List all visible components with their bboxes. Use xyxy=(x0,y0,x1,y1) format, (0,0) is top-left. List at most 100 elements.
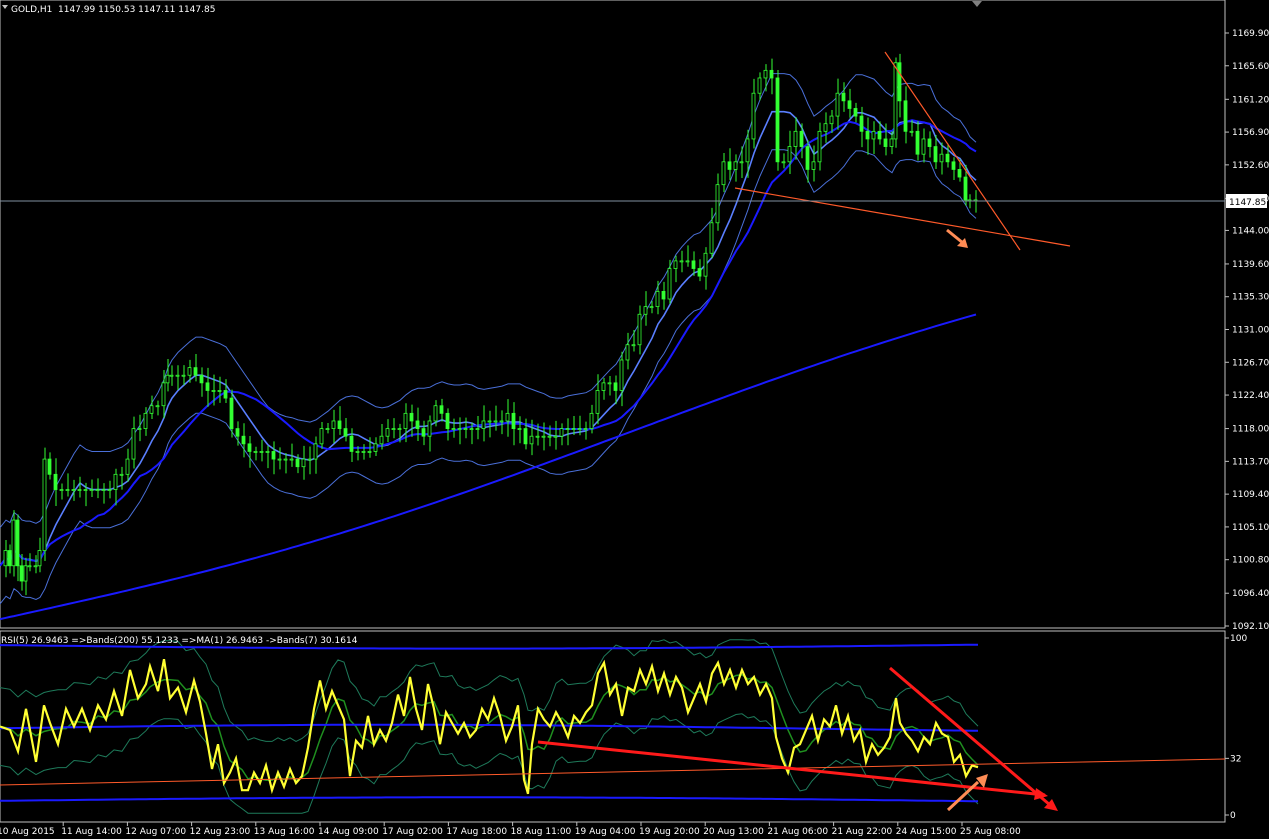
candle-body xyxy=(247,443,252,452)
candle-body xyxy=(415,420,420,429)
candle-body xyxy=(643,306,648,315)
price-tick-label: 1156.90 xyxy=(1232,128,1269,138)
candle-body xyxy=(59,489,64,491)
candle-body xyxy=(301,458,306,468)
candle-body xyxy=(181,374,186,377)
candle-body xyxy=(325,428,330,430)
candle-body xyxy=(337,420,342,429)
candle-body xyxy=(889,138,894,147)
candle-body xyxy=(915,130,920,155)
candle-body xyxy=(37,550,42,567)
candle-body xyxy=(909,130,914,133)
candle-body xyxy=(897,62,902,102)
candle-body xyxy=(433,405,438,422)
candle-body xyxy=(403,412,408,429)
candle-body xyxy=(19,565,24,582)
rsi-tick-label: 100 xyxy=(1230,634,1247,644)
candle-body xyxy=(893,62,898,140)
price-tick-label: 1092.10 xyxy=(1232,622,1269,632)
time-tick-label: 12 Aug 07:00 xyxy=(125,827,186,837)
candle-body xyxy=(781,161,786,164)
candle-body xyxy=(927,138,932,147)
candle-body xyxy=(835,92,840,117)
candle-body xyxy=(589,412,594,429)
candle-body xyxy=(939,153,944,163)
candle-body xyxy=(601,382,606,391)
time-tick-label: 24 Aug 15:00 xyxy=(896,827,957,837)
ohlc-values: 1147.99 1150.53 1147.11 1147.85 xyxy=(58,5,215,15)
rsi-tick-label: 0 xyxy=(1230,811,1236,821)
price-tick-label: 1122.40 xyxy=(1232,391,1269,401)
candle-body xyxy=(205,382,210,391)
candle-body xyxy=(933,146,938,163)
candle-body xyxy=(571,428,576,430)
candle-body xyxy=(511,412,516,429)
candle-body xyxy=(541,435,546,438)
candle-body xyxy=(107,489,112,491)
candle-body xyxy=(547,435,552,438)
candle-body xyxy=(951,161,956,170)
price-tick-label: 1113.70 xyxy=(1232,457,1269,467)
time-tick-label: 21 Aug 06:00 xyxy=(767,827,828,837)
candle-body xyxy=(319,428,324,445)
candle-body xyxy=(535,435,540,438)
candle-body xyxy=(865,130,870,140)
time-tick-label: 19 Aug 04:00 xyxy=(575,827,636,837)
candle-body xyxy=(607,382,612,385)
candle-body xyxy=(3,550,8,567)
candle-body xyxy=(295,458,300,468)
candle-body xyxy=(349,435,354,452)
candle-body xyxy=(229,397,234,429)
candle-body xyxy=(487,420,492,423)
candle-body xyxy=(343,428,348,437)
candle-body xyxy=(553,435,558,438)
price-tick-label: 1139.60 xyxy=(1232,260,1269,270)
candle-body xyxy=(871,130,876,140)
candle-body xyxy=(7,550,12,567)
candle-body xyxy=(223,390,228,399)
last-price-label: 1147.85 xyxy=(1229,198,1266,208)
candle-body xyxy=(379,435,384,445)
candle-body xyxy=(409,412,414,422)
candle-body xyxy=(463,428,468,430)
candle-body xyxy=(921,138,926,155)
rsi-tick-label: 32 xyxy=(1230,754,1241,764)
candle-body xyxy=(721,161,726,186)
candle-body xyxy=(963,176,968,201)
time-tick-label: 21 Aug 22:00 xyxy=(832,827,893,837)
candle-body xyxy=(199,374,204,384)
candle-body xyxy=(655,290,660,308)
time-tick-label: 11 Aug 14:00 xyxy=(61,827,122,837)
candle-body xyxy=(625,344,630,361)
candle-body xyxy=(945,153,950,163)
candle-body xyxy=(673,260,678,269)
candle-body xyxy=(697,268,702,277)
candle-body xyxy=(385,428,390,437)
candle-body xyxy=(751,92,756,140)
candle-body xyxy=(391,428,396,430)
candle-body xyxy=(211,390,216,392)
candle-body xyxy=(957,169,962,178)
candle-body xyxy=(307,458,312,461)
candle-body xyxy=(313,443,318,460)
candle-body xyxy=(727,161,732,170)
candle-body xyxy=(823,123,828,132)
price-tick-label: 1169.90 xyxy=(1232,29,1269,39)
candle-body xyxy=(193,367,198,376)
time-tick-label: 14 Aug 09:00 xyxy=(318,827,379,837)
candle-body xyxy=(113,473,118,490)
candle-body xyxy=(469,428,474,430)
candle-body xyxy=(47,458,52,475)
candle-body xyxy=(23,565,28,582)
candle-body xyxy=(775,77,780,163)
candle-body xyxy=(523,428,528,445)
price-tick-label: 1152.60 xyxy=(1232,161,1269,171)
candle-body xyxy=(265,451,270,453)
candle-body xyxy=(421,428,426,437)
time-tick-label: 17 Aug 18:00 xyxy=(446,827,507,837)
candle-body xyxy=(613,382,618,391)
candle-body xyxy=(161,382,166,407)
candle-body xyxy=(155,405,160,408)
candle-body xyxy=(517,428,522,430)
price-tick-label: 1109.40 xyxy=(1232,490,1269,500)
